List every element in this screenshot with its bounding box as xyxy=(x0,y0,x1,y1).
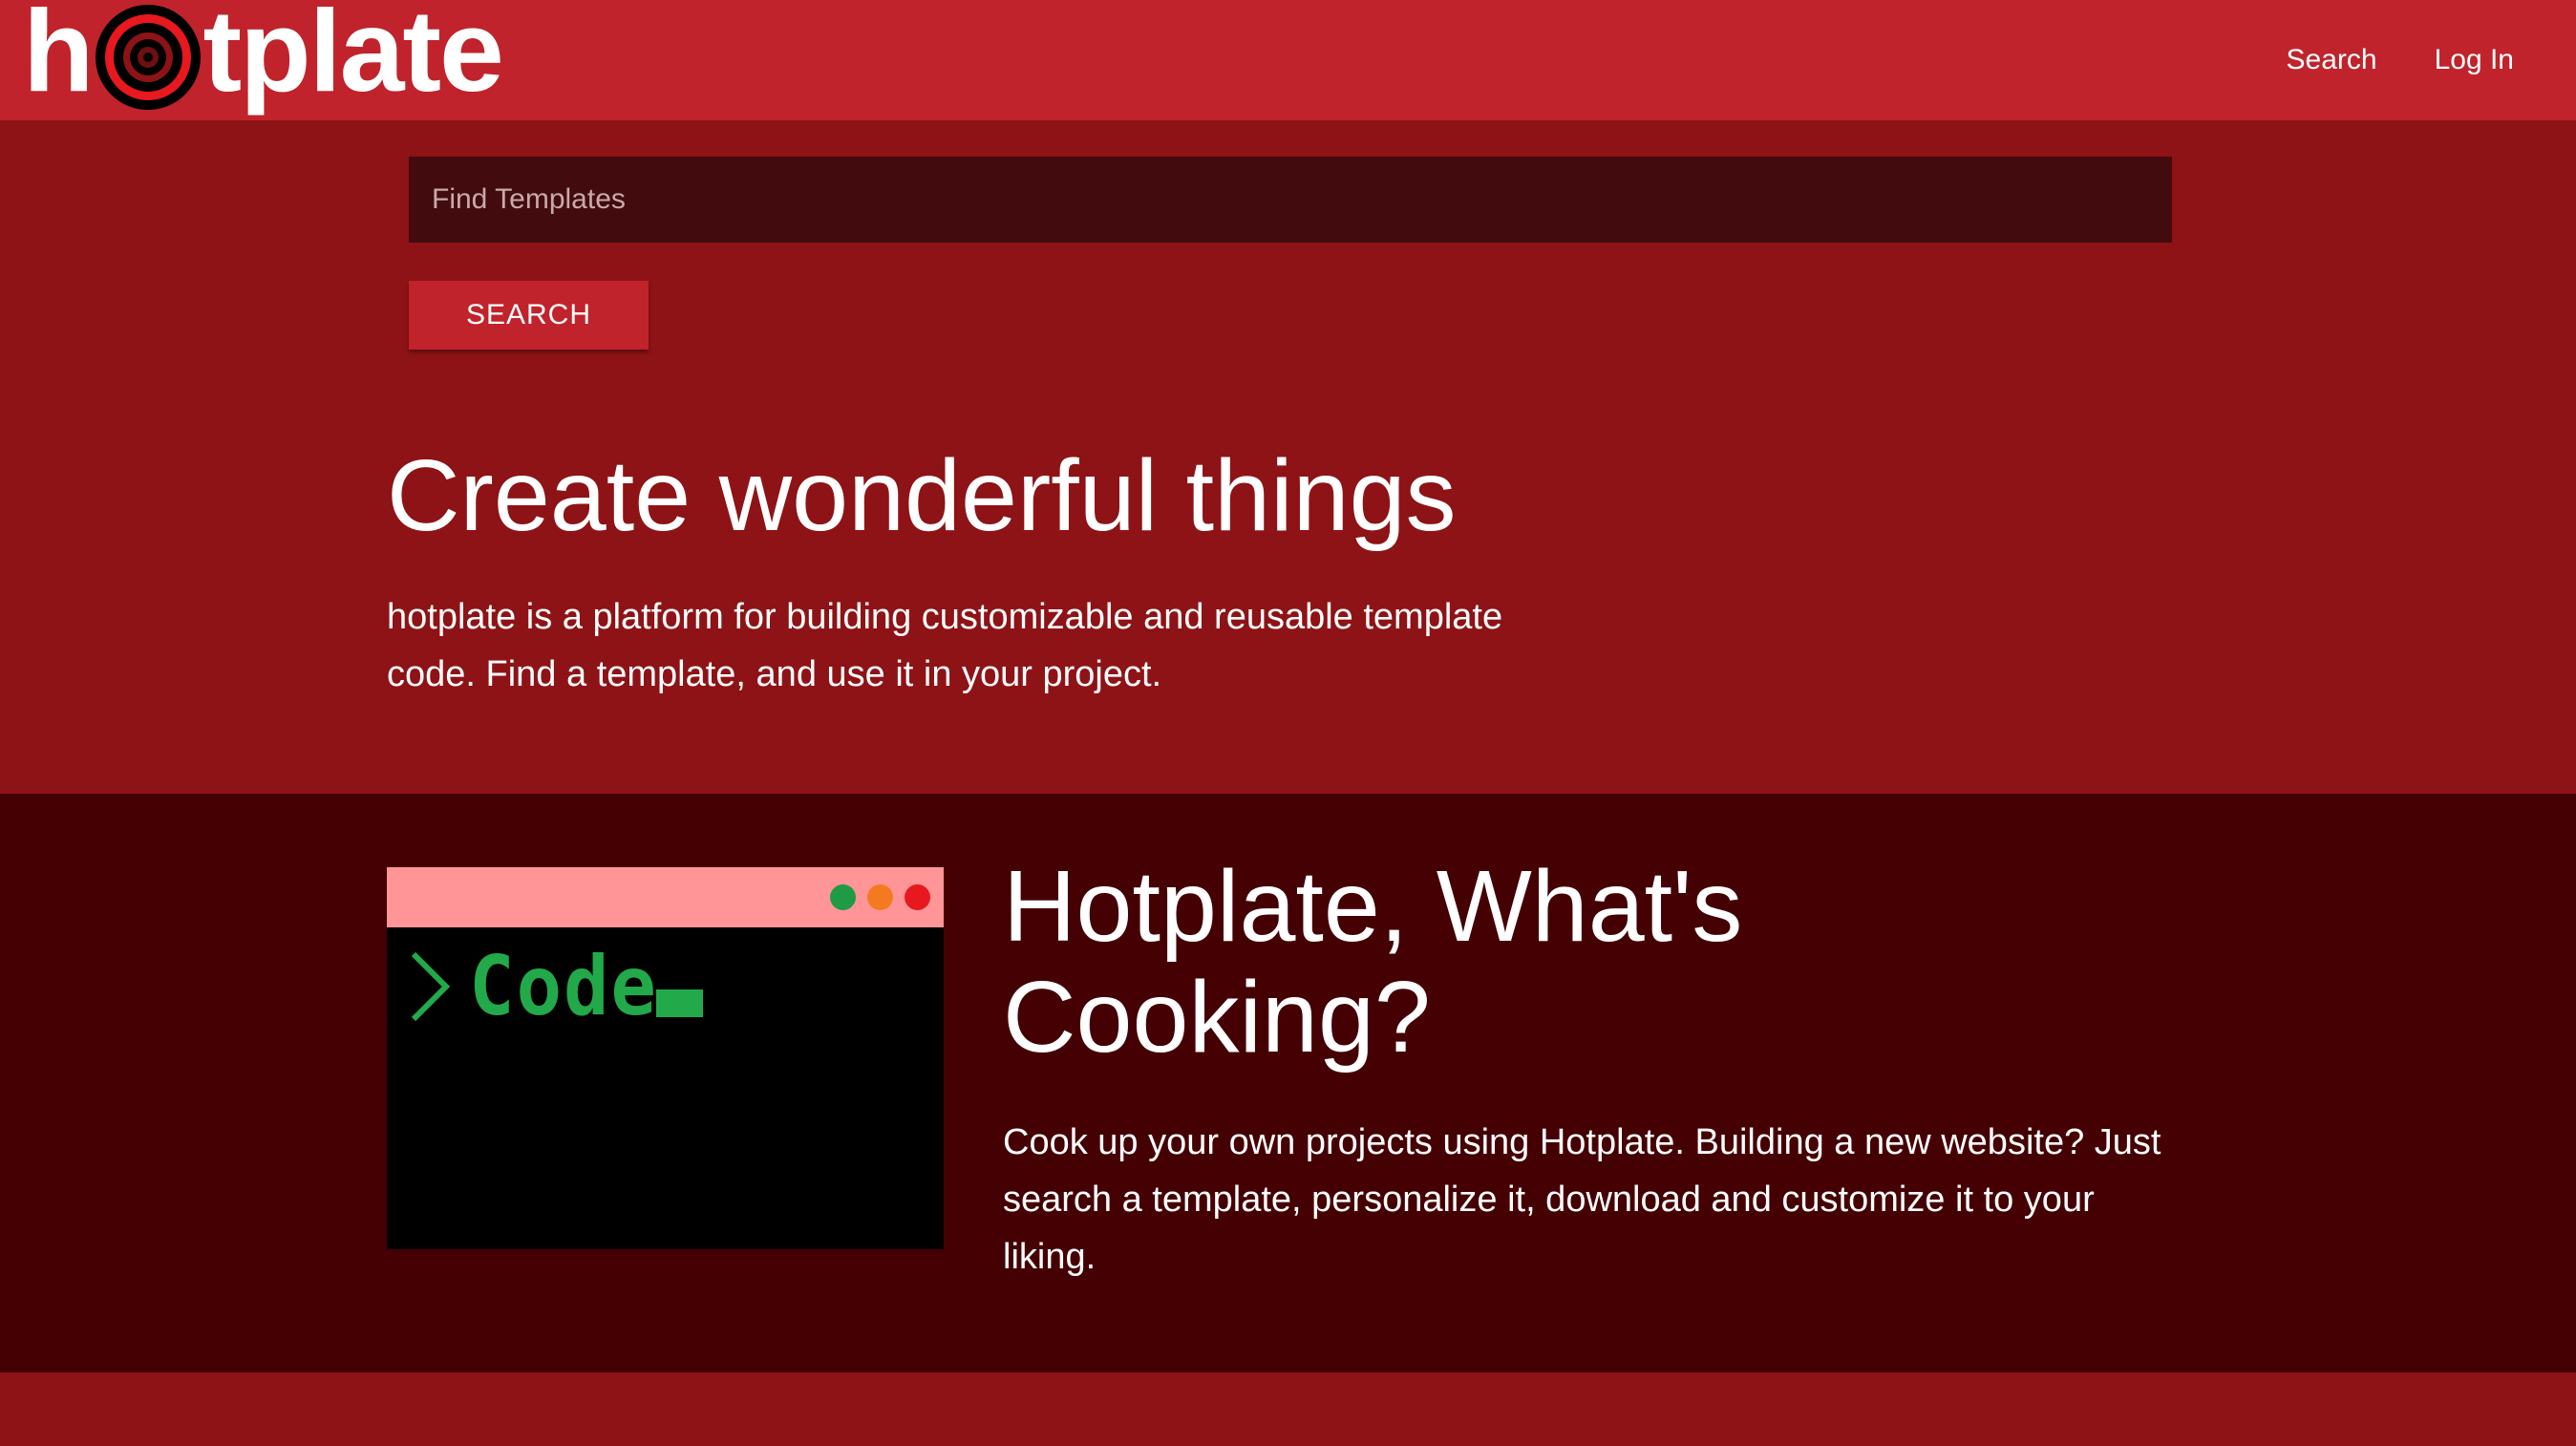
code-window-illustration: Code xyxy=(387,867,944,1249)
whats-cooking-section: Code Hotplate, What's Cooking? Cook up y… xyxy=(0,794,2576,1372)
cooking-title: Hotplate, What's Cooking? xyxy=(1003,850,1743,1074)
nav-link-search[interactable]: Search xyxy=(2287,44,2377,76)
bottom-strip xyxy=(0,1372,2576,1446)
hero-description: hotplate is a platform for building cust… xyxy=(387,597,1503,694)
code-text: Code xyxy=(469,939,658,1034)
cooking-description: Cook up your own projects using Hotplate… xyxy=(1003,1122,2161,1277)
window-dot-red xyxy=(905,884,930,910)
window-dot-orange xyxy=(867,884,893,910)
chevron-right-icon xyxy=(408,948,456,1030)
hotplate-logo[interactable]: h tplate xyxy=(23,0,504,116)
logo-text-h: h xyxy=(23,0,95,116)
cursor-block xyxy=(656,989,703,1017)
find-templates-input[interactable] xyxy=(409,157,2172,243)
hero-section: SEARCH Create wonderful things hotplate … xyxy=(0,120,2576,794)
hero-title: Create wonderful things xyxy=(387,439,1457,552)
navbar: h tplate Search Log In xyxy=(0,0,2576,120)
logo-text-tplate: tplate xyxy=(202,0,504,116)
window-dot-green xyxy=(830,884,856,910)
nav-links: Search Log In xyxy=(2287,0,2514,120)
burner-logo-icon xyxy=(95,4,202,111)
code-window-titlebar xyxy=(387,867,944,927)
search-button[interactable]: SEARCH xyxy=(409,281,649,350)
nav-link-log-in[interactable]: Log In xyxy=(2435,44,2514,76)
